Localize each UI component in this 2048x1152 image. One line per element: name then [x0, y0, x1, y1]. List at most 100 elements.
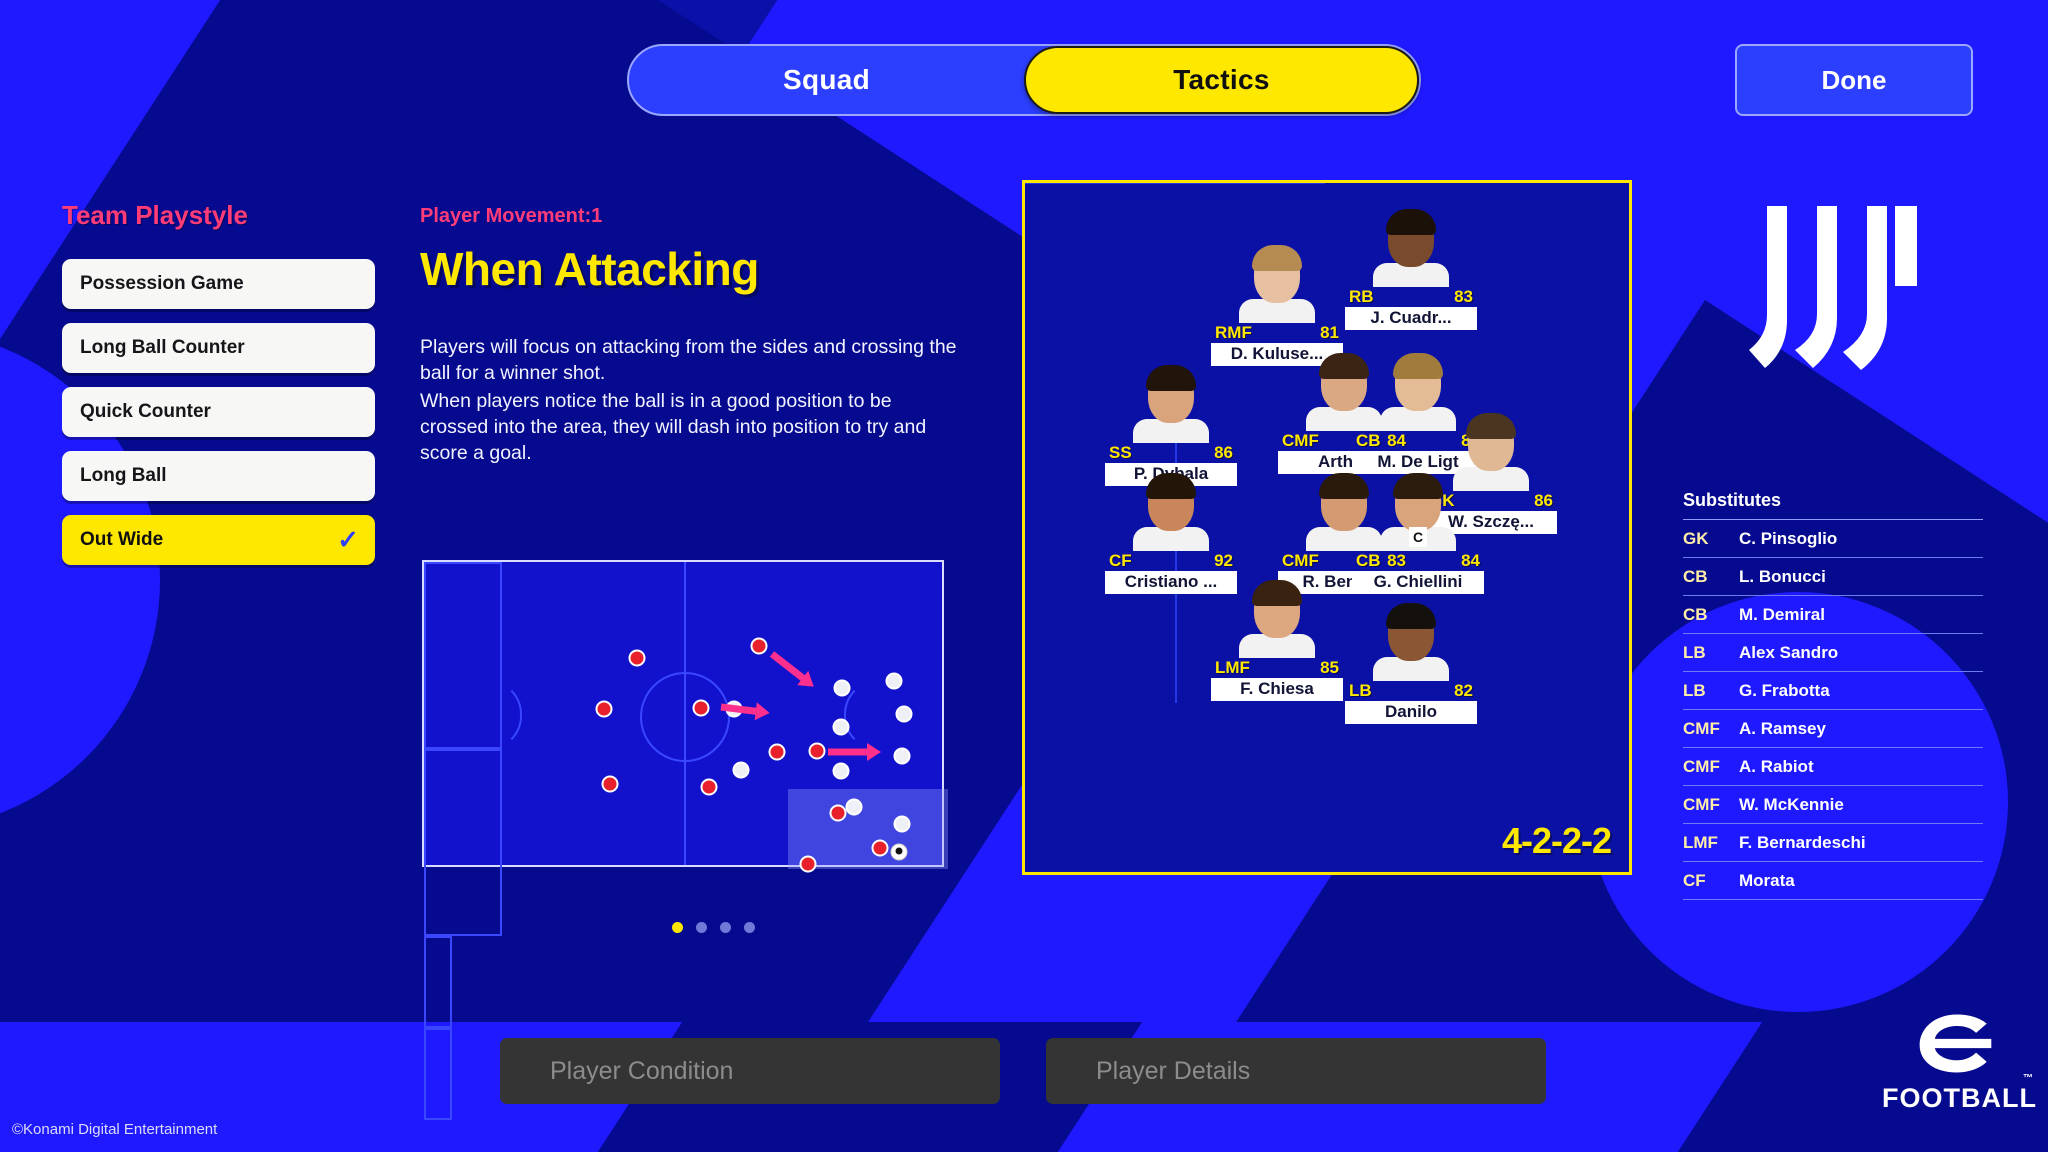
substitute-position: CB: [1683, 566, 1708, 586]
arrow-shaft: [769, 651, 806, 682]
substitutes-panel: Substitutes GK C. Pinsoglio CB L. Bonucci CB…: [1683, 490, 1983, 900]
arrow-shaft: [828, 748, 868, 756]
substitute-row-6[interactable]: CMF A. Rabiot: [1683, 748, 1983, 786]
player-position: LB: [1349, 681, 1372, 700]
substitutes-list: GK C. Pinsoglio CB L. Bonucci CB M. Demiral LB…: [1683, 520, 1983, 900]
formation-board: RMF81D. Kuluse...RB83J. Cuadr...SS86P. D…: [1022, 180, 1632, 875]
formation-player-card-0[interactable]: RMF 81 D. Kuluse...: [1211, 243, 1343, 366]
player-hair: [1393, 353, 1443, 379]
substitute-row-0[interactable]: GK C. Pinsoglio: [1683, 520, 1983, 558]
substitute-position: CF: [1683, 870, 1706, 890]
pitch-dot-opponent-2: [692, 699, 710, 717]
substitute-row-8[interactable]: LMF F. Bernardeschi: [1683, 824, 1983, 862]
pitch-penalty-box-right: [424, 749, 502, 936]
playstyle-item-1[interactable]: Long Ball Counter: [62, 323, 375, 373]
playstyle-item-2[interactable]: Quick Counter: [62, 387, 375, 437]
pager-dot-3[interactable]: [744, 922, 755, 933]
efootball-wordmark: FOOTBALL ™: [1882, 1073, 2036, 1114]
efootball-wordmark-text: FOOTBALL: [1882, 1083, 2037, 1113]
player-hair: [1386, 209, 1436, 235]
arrow-shaft: [720, 703, 758, 715]
player-hair: [1146, 473, 1196, 499]
substitute-name: M. Demiral: [1739, 604, 1825, 624]
pitch-dot-opponent-4: [768, 743, 786, 761]
player-position: RMF: [1215, 323, 1252, 342]
player-info-row: CF 92: [1105, 551, 1237, 571]
formation-player-card-1[interactable]: RB 83 J. Cuadr...: [1345, 207, 1477, 330]
club-crest-icon: [1735, 200, 1925, 375]
player-position: SS: [1109, 443, 1132, 462]
substitute-position: CMF: [1683, 718, 1720, 738]
player-rating: 92: [1214, 551, 1233, 570]
formation-player-card-9[interactable]: LMF 85 F. Chiesa: [1211, 578, 1343, 701]
formation-player-card-10[interactable]: LB 82 Danilo: [1345, 601, 1477, 724]
player-portrait: [1372, 601, 1450, 681]
substitute-position: LB: [1683, 642, 1706, 662]
efootball-e-mark: [1919, 1014, 1992, 1073]
substitute-row-9[interactable]: CF Morata: [1683, 862, 1983, 900]
player-details-button[interactable]: Player Details: [1046, 1038, 1546, 1104]
formation-label: 4-2-2-2: [1501, 820, 1612, 861]
player-condition-button[interactable]: Player Condition: [500, 1038, 1000, 1104]
diagram-pager[interactable]: [672, 922, 755, 933]
playstyle-item-0[interactable]: Possession Game: [62, 259, 375, 309]
pager-dot-1[interactable]: [696, 922, 707, 933]
player-rating: 84: [1461, 551, 1480, 570]
substitute-row-2[interactable]: CB M. Demiral: [1683, 596, 1983, 634]
player-rating: 81: [1320, 323, 1339, 342]
team-playstyle-panel: Team Playstyle Possession Game Long Ball …: [62, 200, 382, 579]
substitute-row-5[interactable]: CMF A. Ramsey: [1683, 710, 1983, 748]
playstyle-item-label: Possession Game: [80, 273, 244, 294]
trademark-symbol: ™: [2023, 1073, 2034, 1084]
player-info-row: LMF 85: [1211, 658, 1343, 678]
playstyle-item-label: Long Ball Counter: [80, 337, 245, 358]
player-info-row: RMF 81: [1211, 323, 1343, 343]
player-hair: [1393, 473, 1443, 499]
player-rating: 83: [1454, 287, 1473, 306]
tactics-screen: Squad Tactics Done Team Playstyle Posses…: [0, 0, 2048, 1152]
substitute-name: L. Bonucci: [1739, 566, 1826, 586]
captain-badge: C: [1409, 527, 1427, 547]
pitch-dot-opponent-0: [628, 649, 646, 667]
formation-player-card-2[interactable]: SS86P. Dybala: [1105, 363, 1237, 486]
pitch-movement-arrow-0: [766, 647, 820, 694]
playstyle-item-4[interactable]: Out Wide ✓: [62, 515, 375, 565]
substitute-position: CB: [1683, 604, 1708, 624]
arrow-head: [754, 702, 771, 722]
playstyle-list: Possession Game Long Ball Counter Quick Co…: [62, 259, 382, 565]
tab-squad[interactable]: Squad: [629, 46, 1024, 114]
formation-player-card-6[interactable]: CF 92 Cristiano ...: [1105, 471, 1237, 594]
player-name: Danilo: [1345, 701, 1477, 724]
pitch-dot-team-4: [895, 705, 913, 723]
substitute-row-3[interactable]: LB Alex Sandro: [1683, 634, 1983, 672]
playstyle-item-label: Quick Counter: [80, 401, 211, 422]
pager-dot-0[interactable]: [672, 922, 683, 933]
substitute-row-1[interactable]: CB L. Bonucci: [1683, 558, 1983, 596]
formation-player-card-8[interactable]: C CB 84 G. Chiellini: [1352, 471, 1484, 594]
pager-dot-2[interactable]: [720, 922, 731, 933]
tactic-description-2: When players notice the ball is in a goo…: [420, 390, 927, 464]
pitch-dot-opponent-1: [750, 637, 768, 655]
playstyle-item-label: Long Ball: [80, 465, 167, 486]
substitute-position: GK: [1683, 528, 1709, 548]
formation-guide-line-horizontal: [1025, 183, 1325, 184]
pitch-dot-opponent-9: [799, 855, 817, 873]
substitute-row-4[interactable]: LB G. Frabotta: [1683, 672, 1983, 710]
tab-tactics[interactable]: Tactics: [1024, 46, 1419, 114]
player-portrait: [1238, 243, 1316, 323]
player-rating: 85: [1320, 658, 1339, 677]
substitute-name: Alex Sandro: [1739, 642, 1839, 662]
pitch-dot-team-3: [832, 718, 850, 736]
done-button[interactable]: Done: [1735, 44, 1973, 116]
player-portrait: [1372, 207, 1450, 287]
playstyle-item-3[interactable]: Long Ball: [62, 451, 375, 501]
substitute-name: F. Bernardeschi: [1739, 832, 1866, 852]
player-portrait: [1238, 578, 1316, 658]
substitute-row-7[interactable]: CMF W. McKennie: [1683, 786, 1983, 824]
substitute-name: G. Frabotta: [1739, 680, 1830, 700]
arrow-head: [867, 743, 881, 761]
player-hair: [1466, 413, 1516, 439]
player-info-row: RB 83: [1345, 287, 1477, 307]
soccer-ball-icon: [890, 843, 908, 861]
player-movement-label: Player Movement:1: [420, 205, 603, 227]
